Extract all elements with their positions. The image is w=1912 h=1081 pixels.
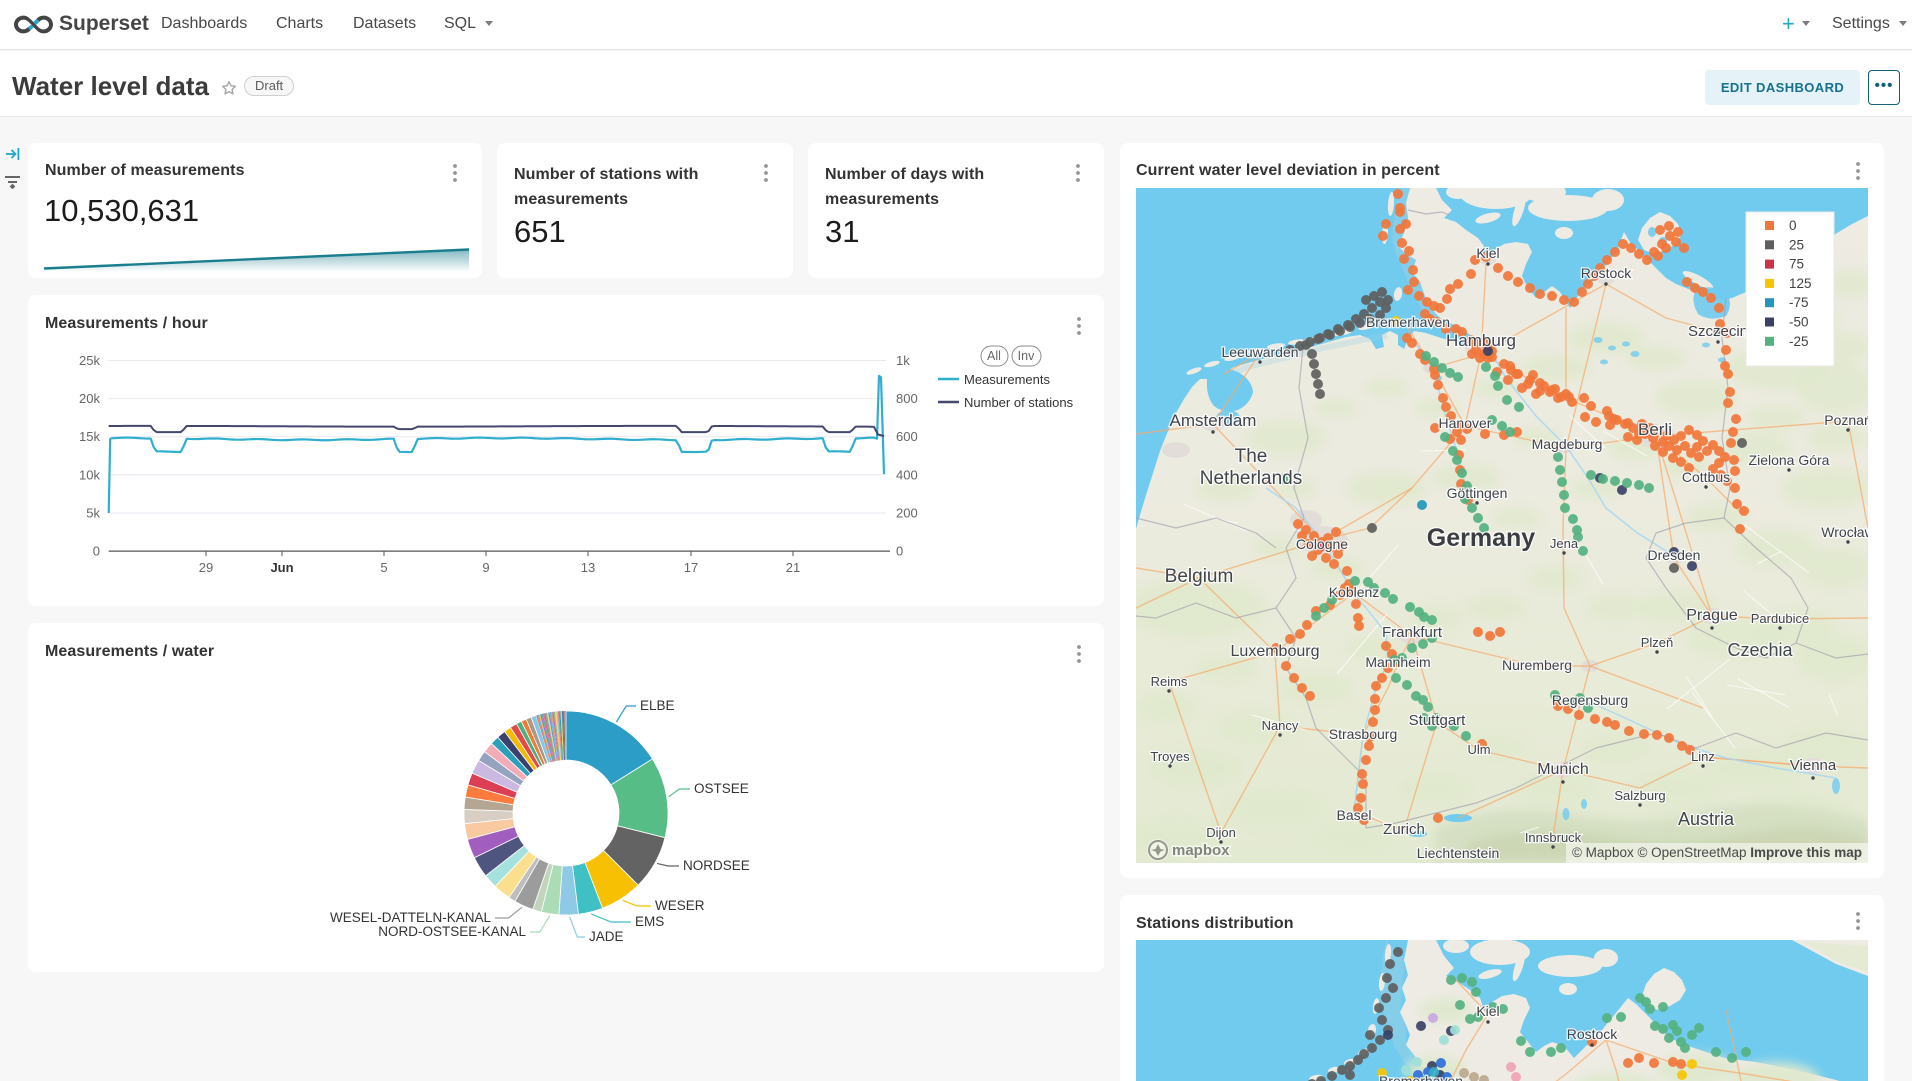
svg-text:Plzeň: Plzeň: [1641, 635, 1674, 650]
svg-text:NORDSEE: NORDSEE: [683, 858, 750, 873]
svg-text:Zielona Góra: Zielona Góra: [1749, 452, 1830, 468]
svg-text:Amsterdam: Amsterdam: [1170, 411, 1257, 430]
svg-text:Jun: Jun: [270, 560, 293, 575]
svg-text:Strasbourg: Strasbourg: [1329, 726, 1397, 742]
svg-text:WESEL-DATTELN-KANAL: WESEL-DATTELN-KANAL: [330, 910, 492, 925]
svg-text:Jena: Jena: [1550, 536, 1579, 551]
svg-text:Mannheim: Mannheim: [1365, 654, 1430, 670]
svg-text:Cottbus: Cottbus: [1682, 469, 1730, 485]
svg-text:0: 0: [1789, 218, 1797, 233]
svg-text:Germany: Germany: [1427, 524, 1535, 552]
svg-text:Nancy: Nancy: [1262, 718, 1299, 733]
svg-text:15k: 15k: [79, 429, 100, 444]
svg-text:Linz: Linz: [1691, 749, 1715, 764]
svg-text:mapbox: mapbox: [1172, 842, 1230, 859]
svg-text:400: 400: [896, 467, 918, 482]
svg-text:All: All: [987, 349, 1001, 363]
svg-text:0: 0: [896, 544, 903, 559]
svg-text:Nuremberg: Nuremberg: [1502, 657, 1572, 673]
svg-text:Number of stations: Number of stations: [964, 395, 1074, 410]
svg-text:ELBE: ELBE: [640, 698, 675, 713]
svg-text:Göttingen: Göttingen: [1447, 485, 1508, 501]
svg-text:Reims: Reims: [1151, 674, 1188, 689]
svg-text:25k: 25k: [79, 353, 100, 368]
svg-text:Rostock: Rostock: [1567, 1026, 1619, 1042]
svg-text:OSTSEE: OSTSEE: [694, 781, 749, 796]
svg-text:29: 29: [199, 560, 213, 575]
svg-text:Regensburg: Regensburg: [1552, 692, 1628, 708]
svg-text:Liechtenstein: Liechtenstein: [1417, 845, 1500, 861]
svg-text:© Mapbox © OpenStreetMap Impro: © Mapbox © OpenStreetMap Improve this ma…: [1572, 845, 1862, 860]
svg-text:9: 9: [482, 560, 489, 575]
svg-text:-25: -25: [1789, 334, 1809, 349]
svg-text:Troyes: Troyes: [1150, 749, 1190, 764]
svg-text:Leeuwarden: Leeuwarden: [1221, 344, 1298, 360]
svg-text:Koblenz: Koblenz: [1329, 584, 1380, 600]
svg-text:Rostock: Rostock: [1581, 265, 1633, 281]
svg-text:Berli: Berli: [1638, 420, 1672, 439]
svg-text:Ulm: Ulm: [1467, 742, 1490, 757]
svg-text:Salzburg: Salzburg: [1614, 788, 1665, 803]
svg-text:Szczecin: Szczecin: [1688, 323, 1748, 340]
svg-text:Bremerhaven: Bremerhaven: [1366, 314, 1450, 330]
svg-text:The: The: [1235, 446, 1268, 467]
svg-text:Kiel: Kiel: [1476, 245, 1499, 261]
svg-text:21: 21: [786, 560, 800, 575]
svg-text:1k: 1k: [896, 353, 910, 368]
svg-text:Innsbruck: Innsbruck: [1525, 830, 1582, 845]
svg-text:Vienna: Vienna: [1790, 757, 1837, 774]
svg-text:Pardubice: Pardubice: [1751, 611, 1810, 626]
svg-text:Magdeburg: Magdeburg: [1532, 436, 1603, 452]
svg-text:Luxembourg: Luxembourg: [1231, 643, 1320, 660]
svg-text:Poznań: Poznań: [1824, 412, 1868, 428]
svg-text:-75: -75: [1789, 295, 1809, 310]
svg-text:Frankfurt: Frankfurt: [1382, 624, 1443, 641]
svg-text:JADE: JADE: [589, 929, 624, 944]
svg-text:5: 5: [380, 560, 387, 575]
svg-text:EMS: EMS: [635, 914, 664, 929]
svg-text:Hamburg: Hamburg: [1446, 331, 1516, 350]
svg-text:600: 600: [896, 429, 918, 444]
svg-text:Czechia: Czechia: [1727, 640, 1793, 660]
svg-text:Dijon: Dijon: [1206, 825, 1236, 840]
svg-text:Netherlands: Netherlands: [1200, 468, 1302, 489]
svg-text:200: 200: [896, 506, 918, 521]
svg-text:17: 17: [684, 560, 698, 575]
svg-text:800: 800: [896, 391, 918, 406]
svg-text:20k: 20k: [79, 391, 100, 406]
svg-text:Belgium: Belgium: [1165, 566, 1234, 587]
svg-text:NORD-OSTSEE-KANAL: NORD-OSTSEE-KANAL: [378, 924, 526, 939]
svg-text:Austria: Austria: [1678, 809, 1735, 829]
svg-text:75: 75: [1789, 257, 1804, 272]
svg-text:Zurich: Zurich: [1383, 821, 1425, 838]
svg-text:Basel: Basel: [1336, 807, 1371, 823]
svg-text:Prague: Prague: [1686, 607, 1738, 624]
svg-text:Dresden: Dresden: [1648, 547, 1701, 563]
svg-text:5k: 5k: [86, 506, 100, 521]
svg-text:Munich: Munich: [1537, 761, 1589, 778]
svg-text:0: 0: [93, 544, 100, 559]
svg-text:Inv: Inv: [1018, 349, 1035, 363]
svg-text:Hanover: Hanover: [1439, 415, 1492, 431]
svg-text:Measurements: Measurements: [964, 372, 1050, 387]
svg-text:WESER: WESER: [655, 898, 705, 913]
svg-text:13: 13: [581, 560, 595, 575]
svg-text:-50: -50: [1789, 315, 1809, 330]
svg-text:Kiel: Kiel: [1476, 1003, 1499, 1019]
svg-text:Bremerhaven: Bremerhaven: [1379, 1073, 1463, 1081]
svg-text:Cologne: Cologne: [1296, 536, 1348, 552]
svg-text:125: 125: [1789, 276, 1812, 291]
svg-text:25: 25: [1789, 237, 1804, 252]
svg-text:10k: 10k: [79, 467, 100, 482]
svg-text:Wrocław: Wrocław: [1821, 524, 1868, 540]
svg-text:Stuttgart: Stuttgart: [1409, 712, 1467, 729]
